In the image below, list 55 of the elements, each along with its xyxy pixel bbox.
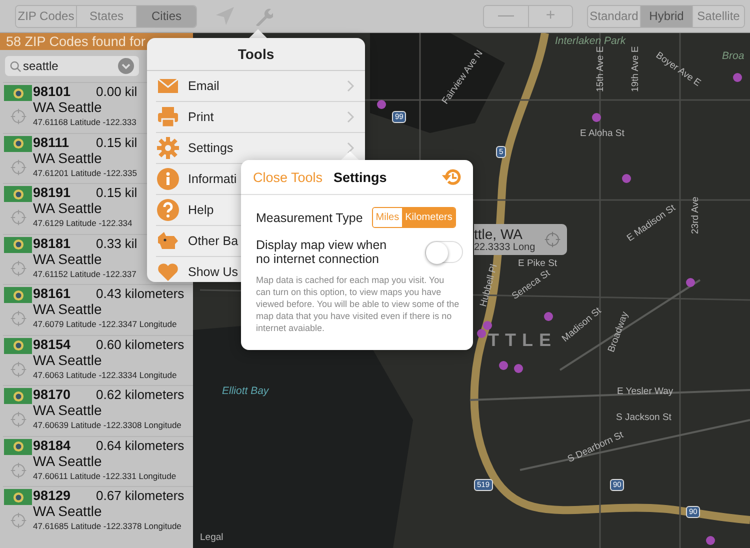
zip-code: 98154 (33, 336, 72, 352)
popover-title: Tools (147, 38, 365, 71)
map-label: TTLE (488, 330, 557, 351)
coordinates: 47.61168 Latitude -122.333 (33, 117, 136, 127)
zip-code: 98101 (33, 84, 72, 99)
zip-code: 98161 (33, 286, 72, 301)
distance: 0.15 kil (96, 185, 138, 200)
coordinates: 47.60611 Latitude -122.331 Longitude (33, 470, 176, 480)
distance: 0.67 kilometers (96, 488, 184, 503)
distance: 0.62 kilometers (96, 387, 184, 402)
map-label: 19th Ave E (630, 46, 641, 92)
distance: 0.64 kilometers (96, 438, 184, 452)
city-name: WA Seattle (33, 200, 102, 216)
map-label: Interlaken Park (555, 35, 626, 47)
distance: 0.33 kil (96, 236, 138, 250)
coordinates: 47.6129 Latitude -122.334 (33, 218, 132, 228)
coordinates: 47.60639 Latitude -122.3308 Longitude (33, 420, 182, 430)
map-label: Elliott Bay (222, 385, 269, 397)
coordinates: 47.6063 Latitude -122.3334 Longitude (33, 370, 177, 380)
map-label: E Aloha St (580, 128, 624, 139)
zip-code: 98170 (33, 387, 72, 402)
map-label: Hubbell Pl (478, 263, 500, 308)
help-text: Map data is cached for each map you visit. You can turn on this option, to view maps you have viewed before. You will be able to view some of the map data that you have visited even if there is no internet avaiable. (255, 274, 460, 334)
zip-code: 98181 (33, 236, 72, 250)
coordinates: 47.61201 Latitude -122.335 (33, 168, 137, 178)
callout-title: ttle, WA (474, 226, 524, 242)
city-name: WA Seattle (33, 452, 102, 468)
zip-code: 98111 (33, 134, 70, 150)
callout-subtitle: 22.3333 Long (474, 242, 536, 253)
map-label: E Yesler Way (617, 386, 674, 397)
zip-code: 98191 (33, 185, 72, 200)
zip-code: 98184 (33, 438, 72, 452)
setting-label: Display map view when no internet connection (256, 238, 388, 266)
map-label: S Jackson St (616, 412, 672, 423)
map-label: E Pike St (518, 258, 558, 269)
map-label: Broa (722, 50, 744, 62)
city-name: WA Seattle (33, 99, 102, 115)
zip-code: 98129 (33, 488, 72, 503)
city-name: WA Seattle (33, 503, 102, 519)
city-name: WA Seattle (33, 150, 102, 166)
city-name: WA Seattle (33, 352, 102, 368)
distance: 0.00 kil (96, 84, 138, 99)
distance: 0.15 kil (96, 134, 138, 150)
map-label: 23rd Ave (690, 196, 701, 234)
distance: 0.43 kilometers (96, 286, 184, 301)
setting-label: Measurement Type (256, 210, 363, 224)
city-name: WA Seattle (33, 301, 102, 317)
distance: 0.60 kilometers (96, 336, 184, 352)
coordinates: 47.61685 Latitude -122.3378 Longitude (33, 521, 182, 531)
map-label: 15th Ave E (595, 46, 606, 92)
coordinates: 47.61152 Latitude -122.337 (33, 268, 136, 278)
city-name: WA Seattle (33, 250, 102, 266)
map-label: Legal (200, 532, 224, 543)
coordinates: 47.6079 Latitude -122.3347 Longitude (33, 319, 177, 329)
city-name: WA Seattle (33, 402, 102, 418)
